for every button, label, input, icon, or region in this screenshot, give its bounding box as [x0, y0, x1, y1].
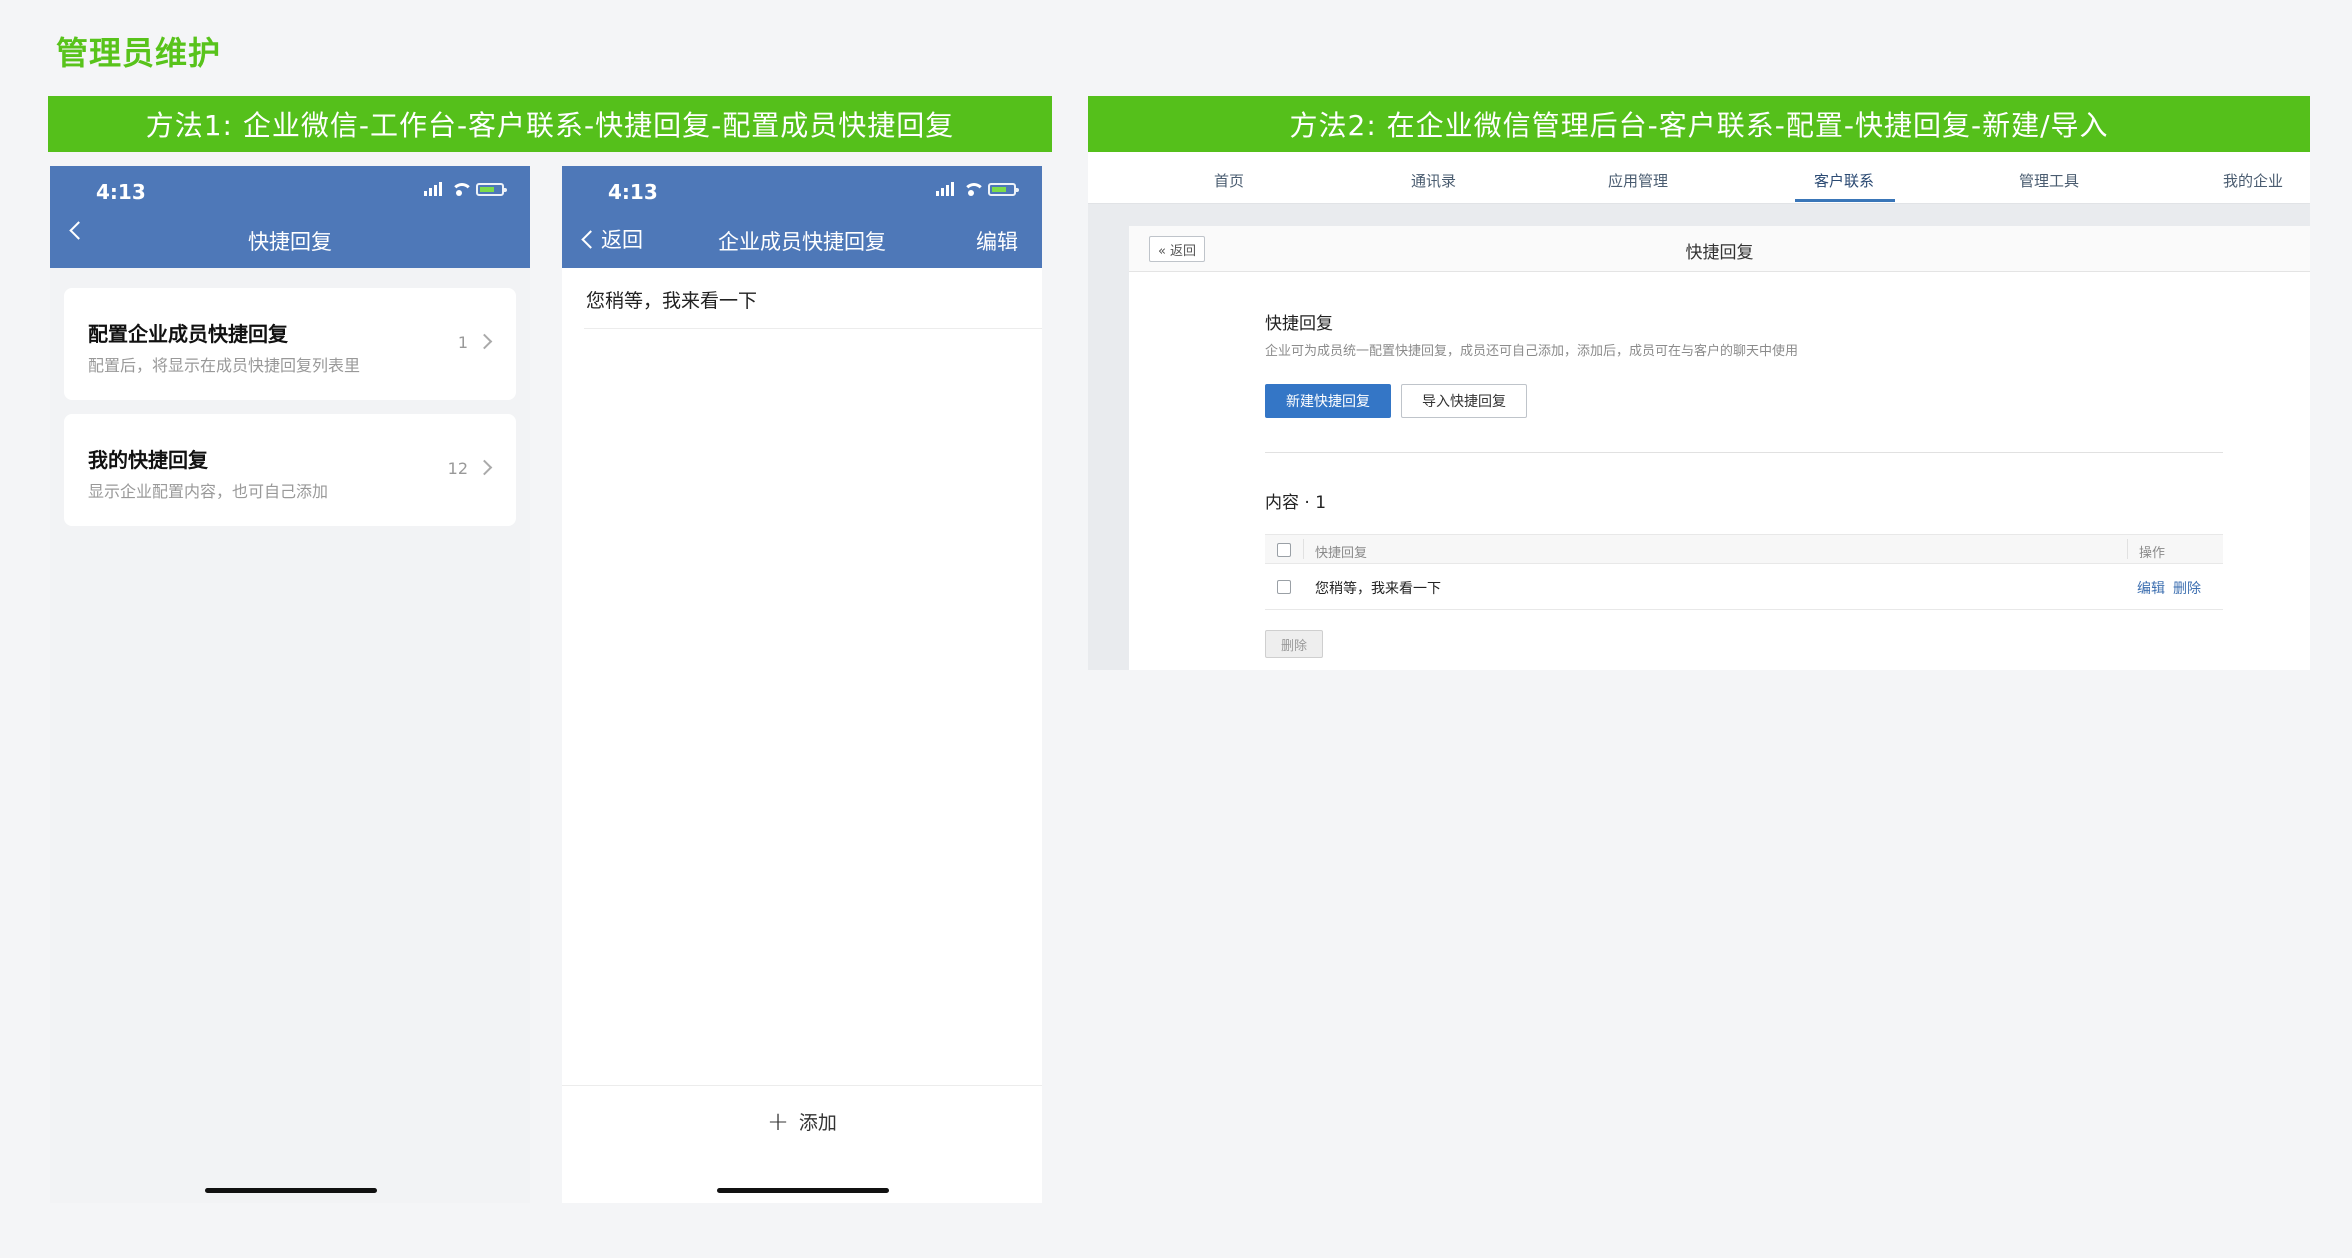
active-tab-indicator [1795, 199, 1895, 202]
admin-console: 首页 通讯录 应用管理 客户联系 管理工具 我的企业 « 返回 快捷回复 快捷回… [1088, 152, 2310, 670]
status-time: 4:13 [608, 180, 658, 204]
status-icons [936, 182, 1019, 196]
panel-title: 快捷回复 [1685, 243, 1754, 263]
card-count: 1 [457, 333, 468, 352]
home-indicator [717, 1188, 889, 1193]
quick-reply-item[interactable]: 您稍等，我来看一下 [586, 286, 757, 313]
nav-item-contacts[interactable]: 通讯录 [1411, 170, 1456, 191]
nav-title: 快捷回复 [248, 230, 332, 254]
wifi-icon [450, 182, 473, 196]
phone-member-reply-screen: 4:13 返回 企业成员快捷回复 编辑 您稍等，我来看一下 + 添加 [562, 166, 1042, 1203]
card-subtitle: 显示企业配置内容，也可自己添加 [88, 482, 329, 501]
status-icons [424, 182, 507, 196]
section-description: 企业可为成员统一配置快捷回复，成员还可自己添加，添加后，成员可在与客户的聊天中使… [1265, 344, 1799, 359]
signal-icon [936, 182, 954, 196]
signal-icon [424, 182, 442, 196]
top-nav: 首页 通讯录 应用管理 客户联系 管理工具 我的企业 [1088, 152, 2310, 204]
phone-header: 4:13 快捷回复 [50, 166, 530, 268]
add-label: 添加 [798, 1112, 837, 1134]
chevron-right-icon [476, 459, 493, 476]
edit-button[interactable]: 编辑 [976, 226, 1018, 256]
panel-header: « 返回 快捷回复 [1129, 226, 2310, 272]
divider [584, 328, 1042, 329]
add-button[interactable]: + 添加 [562, 1085, 1042, 1157]
import-quick-reply-button[interactable]: 导入快捷回复 [1401, 384, 1527, 418]
content-count: 内容 · 1 [1265, 493, 1327, 513]
my-quick-reply-card[interactable]: 我的快捷回复 显示企业配置内容，也可自己添加 12 [64, 414, 516, 526]
nav-item-home[interactable]: 首页 [1214, 170, 1244, 191]
bulk-delete-button[interactable]: 删除 [1265, 630, 1323, 658]
chevron-right-icon [476, 333, 493, 350]
battery-icon [476, 182, 507, 196]
row-checkbox[interactable] [1277, 580, 1291, 594]
card-title: 我的快捷回复 [88, 448, 208, 472]
method1-banner: 方法1: 企业微信-工作台-客户联系-快捷回复-配置成员快捷回复 [48, 96, 1052, 152]
column-header-actions: 操作 [2139, 546, 2166, 561]
config-member-reply-card[interactable]: 配置企业成员快捷回复 配置后，将显示在成员快捷回复列表里 1 [64, 288, 516, 400]
delete-link[interactable]: 删除 [2173, 578, 2201, 598]
new-quick-reply-button[interactable]: 新建快捷回复 [1265, 384, 1391, 418]
page-title: 管理员维护 [56, 34, 222, 72]
quick-reply-panel: « 返回 快捷回复 快捷回复 企业可为成员统一配置快捷回复，成员还可自己添加，添… [1129, 226, 2310, 670]
nav-title: 企业成员快捷回复 [718, 230, 886, 254]
section-title: 快捷回复 [1265, 314, 1333, 334]
nav-item-my-enterprise[interactable]: 我的企业 [2223, 170, 2283, 191]
column-divider [2127, 539, 2128, 559]
home-indicator [205, 1188, 377, 1193]
wifi-icon [962, 182, 985, 196]
card-count: 12 [447, 459, 468, 478]
battery-icon [988, 182, 1019, 196]
divider [1265, 452, 2223, 453]
select-all-checkbox[interactable] [1277, 543, 1291, 557]
phone-header: 4:13 返回 企业成员快捷回复 编辑 [562, 166, 1042, 268]
card-subtitle: 配置后，将显示在成员快捷回复列表里 [88, 356, 361, 375]
column-header-reply: 快捷回复 [1315, 546, 1368, 561]
plus-icon: + [767, 1106, 789, 1137]
phone-quick-reply-screen: 4:13 快捷回复 配置企业成员快捷回复 配置后，将显示在成员快捷回复列表里 1… [50, 166, 530, 1203]
nav-item-app-management[interactable]: 应用管理 [1608, 170, 1668, 191]
column-divider [1303, 539, 1304, 559]
table-header: 快捷回复 操作 [1265, 534, 2223, 564]
method2-banner: 方法2: 在企业微信管理后台-客户联系-配置-快捷回复-新建/导入 [1088, 96, 2310, 152]
nav-item-customer-contact[interactable]: 客户联系 [1814, 170, 1874, 191]
table-row: 您稍等，我来看一下 编辑 删除 [1265, 564, 2223, 610]
status-time: 4:13 [96, 180, 146, 204]
card-title: 配置企业成员快捷回复 [88, 322, 288, 346]
edit-link[interactable]: 编辑 [2137, 578, 2165, 598]
reply-text: 您稍等，我来看一下 [1315, 581, 1441, 597]
nav-item-management-tools[interactable]: 管理工具 [2019, 170, 2079, 191]
